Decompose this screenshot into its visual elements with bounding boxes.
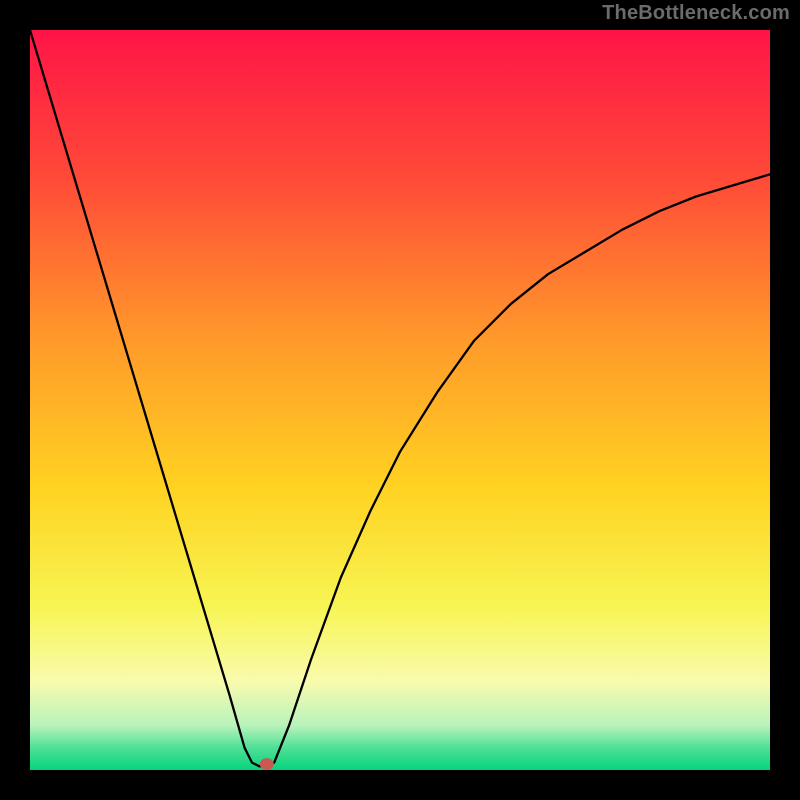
- chart-frame: TheBottleneck.com: [0, 0, 800, 800]
- chart-svg: [30, 30, 770, 770]
- optimal-point-marker: [260, 758, 274, 770]
- attribution-text: TheBottleneck.com: [602, 2, 790, 25]
- plot-area: [30, 30, 770, 770]
